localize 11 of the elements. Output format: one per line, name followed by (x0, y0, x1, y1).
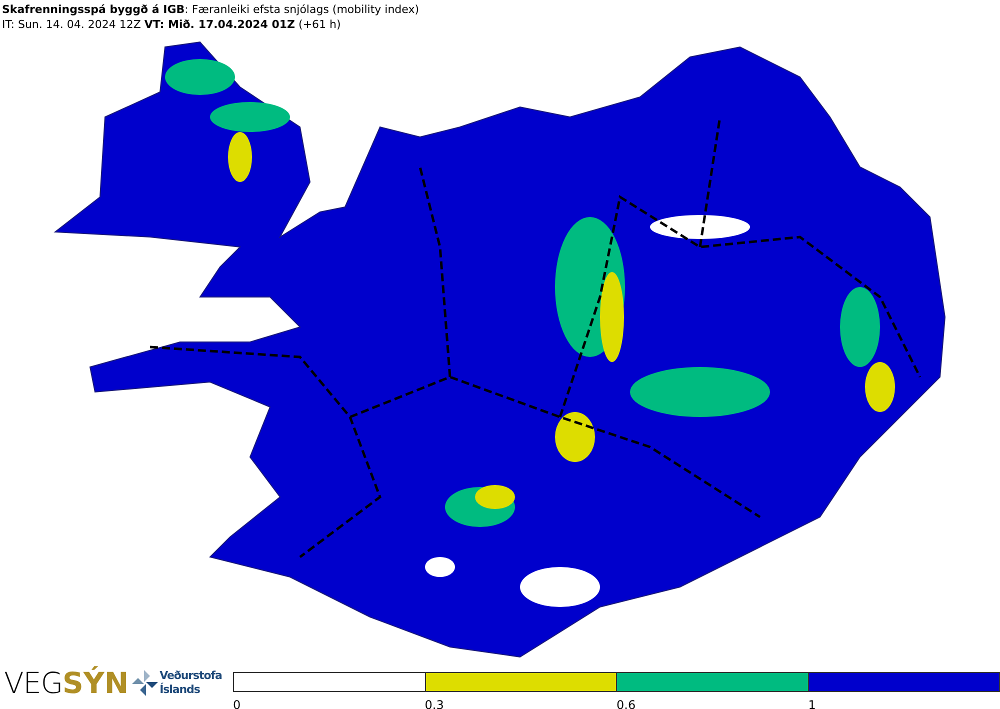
vegsyn-logo-text: VEG (4, 666, 62, 700)
vegsyn-logo-text: SÝN (62, 666, 129, 700)
legend-tick-label: 0.6 (616, 698, 636, 709)
legend-tick-label: 0.3 (424, 698, 444, 709)
compass-logo-icon (132, 670, 158, 696)
legend-tick-label: 0 (233, 698, 241, 709)
forecast-time: IT: Sun. 14. 04. 2024 12Z VT: Mið. 17.04.2024 01Z (+61 h) (2, 17, 341, 32)
legend-tick-label: 1 (808, 698, 816, 709)
vedurstofa-logo-text: Íslands (160, 683, 201, 697)
map-title: Skafrenningsspá byggð á IGB: Færanleiki efsta snjólags (mobility index) (2, 2, 420, 17)
vedurstofa-logo-text: Veðurstofa (160, 669, 222, 682)
